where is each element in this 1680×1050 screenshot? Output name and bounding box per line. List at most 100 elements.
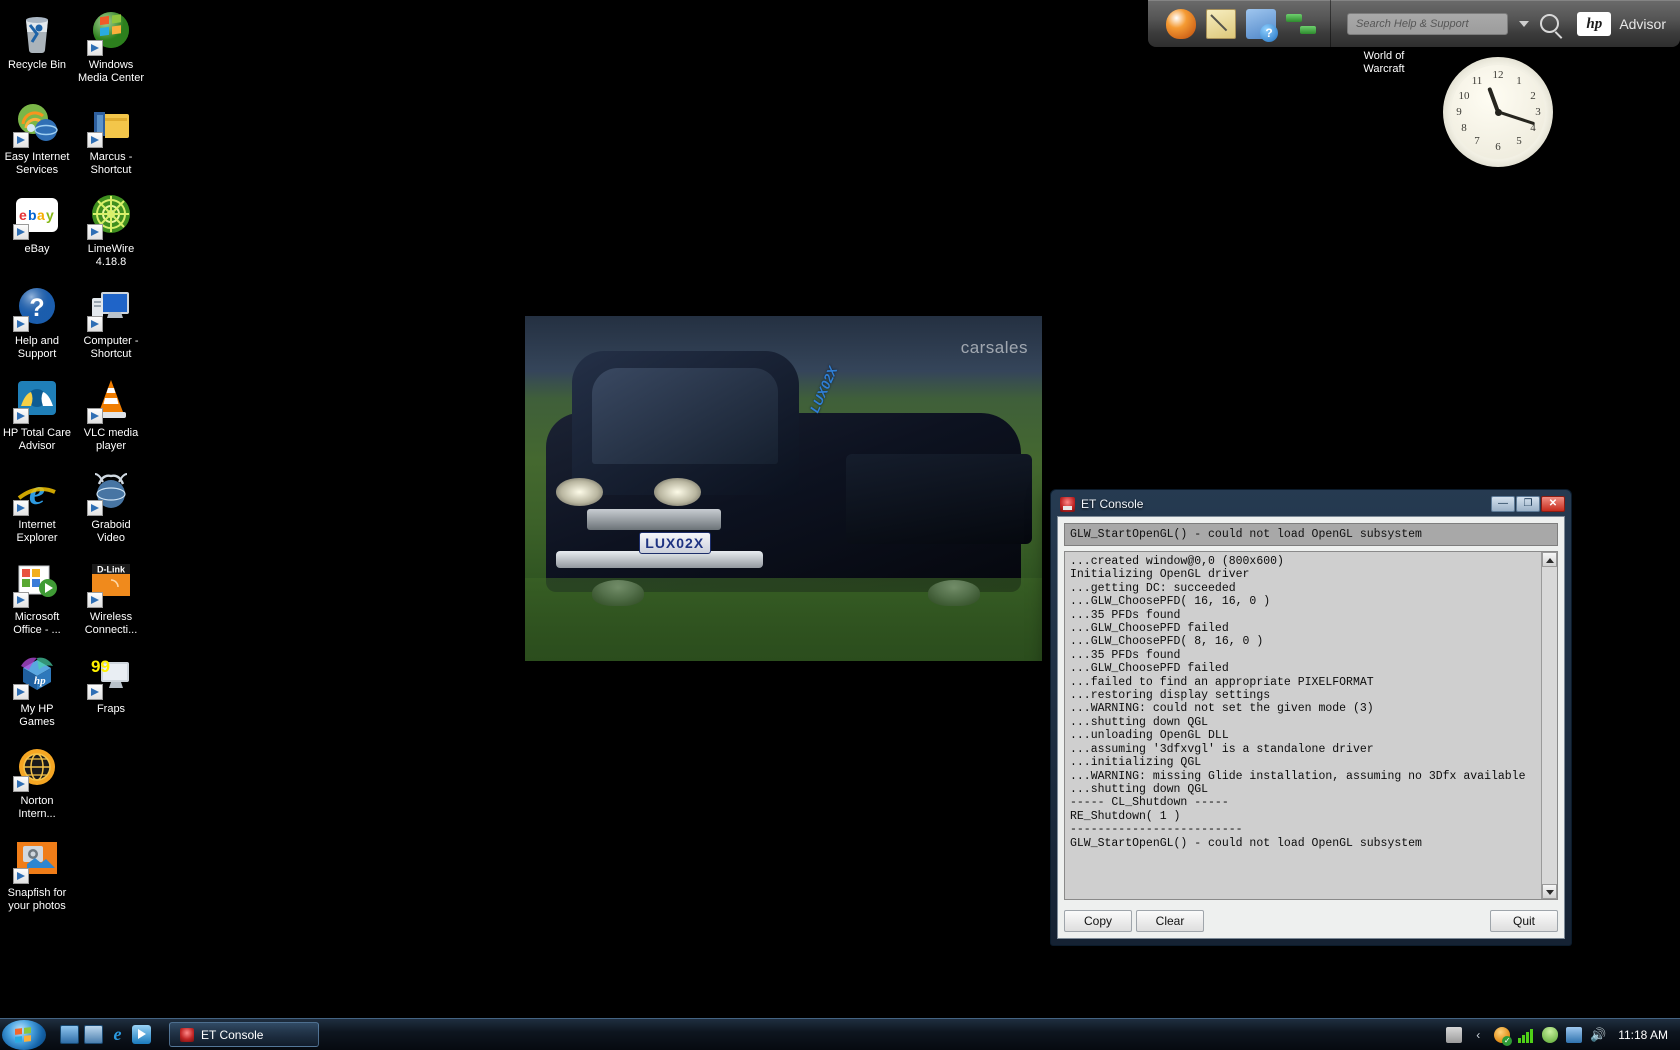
quit-button[interactable]: Quit [1490, 910, 1558, 932]
desktop-icon-recycle-bin[interactable]: Recycle Bin [0, 4, 74, 90]
desktop-icon-limewire[interactable]: LimeWire 4.18.8 [74, 188, 148, 274]
desktop-icon-my-hp-games[interactable]: hp My HP Games [0, 648, 74, 734]
help-book-icon[interactable] [1246, 8, 1278, 42]
shortcut-overlay-icon [87, 592, 103, 608]
svg-text:e: e [19, 207, 27, 223]
search-icon[interactable] [1540, 14, 1560, 33]
desktop[interactable]: Recycle Bin Windows Media Center Easy In… [0, 0, 1680, 1050]
desktop-icon-easy-internet-services[interactable]: Easy Internet Services [0, 96, 74, 182]
user-account-icon[interactable] [1542, 1026, 1559, 1043]
desktop-icon-wireless-connection[interactable]: D-Link Wireless Connecti... [74, 556, 148, 642]
volume-icon[interactable]: 🔊 [1590, 1027, 1606, 1043]
clock-gadget[interactable]: 12 1 2 3 4 5 6 7 8 9 10 11 [1443, 57, 1553, 167]
limewire-icon [87, 192, 135, 240]
shortcut-overlay-icon [87, 500, 103, 516]
desktop-icon-microsoft-office[interactable]: Microsoft Office - ... [0, 556, 74, 642]
desktop-icon-label: HP Total Care Advisor [2, 427, 72, 452]
clock-number: 9 [1456, 106, 1462, 118]
clock-number: 10 [1458, 90, 1470, 102]
desktop-icon-label: Internet Explorer [16, 519, 58, 544]
scroll-down-icon[interactable] [1542, 884, 1557, 899]
desktop-icon-empty-slot [74, 740, 148, 826]
shortcut-overlay-icon [13, 776, 29, 792]
desktop-icon-snapfish[interactable]: Snapfish for your photos [0, 832, 74, 918]
file-transfer-icon[interactable] [1286, 9, 1316, 39]
snapfish-icon [13, 836, 61, 884]
et-console-titlebar[interactable]: ET Console — ❐ ✕ [1055, 494, 1567, 514]
icon-row: Microsoft Office - ... D-Link Wireless C… [0, 556, 160, 648]
desktop-icon-marcus-shortcut[interactable]: Marcus - Shortcut [74, 96, 148, 182]
windows-media-player-icon[interactable] [132, 1025, 151, 1044]
maximize-button[interactable]: ❐ [1516, 496, 1540, 512]
svg-text:hp: hp [34, 675, 46, 687]
icon-row: HP Total Care Advisor VLC media player [0, 372, 160, 464]
clock-center-pin [1494, 108, 1502, 116]
minimize-icon: — [1498, 498, 1508, 509]
shortcut-overlay-icon [13, 868, 29, 884]
desktop-icon-norton-internet-security[interactable]: Norton Intern... [0, 740, 74, 826]
desktop-icon-vlc-media-player[interactable]: VLC media player [74, 372, 148, 458]
desktop-icon-graboid-video[interactable]: Graboid Video [74, 464, 148, 550]
vlc-cone-icon [87, 376, 135, 424]
hp-shield-icon[interactable] [1166, 8, 1196, 39]
wireless-signal-icon[interactable] [1518, 1027, 1534, 1043]
clock-number: 5 [1516, 135, 1522, 147]
desktop-icon-hp-total-care-advisor[interactable]: HP Total Care Advisor [0, 372, 74, 458]
desktop-icon-help-and-support[interactable]: ? Help and Support [0, 280, 74, 366]
internet-explorer-icon[interactable]: e [108, 1025, 127, 1044]
taskbar[interactable]: e ET Console ‹ 🔊 11:18 AM [0, 1018, 1680, 1050]
wallpaper-photo: LUX02X LUX02X carsales [525, 316, 1042, 661]
hp-advisor-brand[interactable]: hp Advisor [1569, 11, 1680, 36]
recycle-bin-icon [13, 8, 61, 56]
clock-number: 7 [1474, 135, 1480, 147]
clock-number: 1 [1516, 75, 1522, 87]
svg-text:a: a [37, 207, 45, 223]
hp-advisor-dock[interactable]: hp Advisor [1148, 0, 1680, 47]
switch-windows-icon[interactable] [84, 1025, 103, 1044]
close-button[interactable]: ✕ [1541, 496, 1565, 512]
clear-button[interactable]: Clear [1136, 910, 1204, 932]
show-hidden-icons-chevron[interactable]: ‹ [1470, 1027, 1486, 1043]
windscreen-decal-text: LUX02X [806, 363, 841, 415]
search-input[interactable] [1347, 12, 1509, 35]
svg-text:b: b [28, 207, 37, 223]
fraps-icon: 99 [87, 652, 135, 700]
clock-minute-hand [1497, 110, 1535, 126]
start-button[interactable] [2, 1019, 46, 1050]
scrollbar-track[interactable] [1542, 567, 1557, 884]
ebay-icon: e b a y [13, 192, 61, 240]
desktop-icon-internet-explorer[interactable]: e Internet Explorer [0, 464, 74, 550]
desktop-icon-windows-media-center[interactable]: Windows Media Center [74, 4, 148, 90]
windows-media-center-icon [87, 8, 135, 56]
shortcut-overlay-icon [13, 408, 29, 424]
shortcut-overlay-icon [87, 408, 103, 424]
et-console-window[interactable]: ET Console — ❐ ✕ GLW_StartOpenGL() - cou… [1050, 489, 1572, 946]
desktop-icon-label: Wireless Connecti... [84, 611, 138, 636]
desktop-icon-label: Windows Media Center [77, 59, 145, 84]
taskbar-item-et-console[interactable]: ET Console [169, 1022, 319, 1047]
copy-button[interactable]: Copy [1064, 910, 1132, 932]
easy-internet-services-icon [13, 100, 61, 148]
norton-icon[interactable] [1494, 1026, 1513, 1046]
desktop-icon-world-of-warcraft[interactable]: World of Warcraft [1344, 50, 1424, 75]
chevron-down-icon[interactable] [1519, 20, 1530, 27]
console-scrollbar[interactable] [1541, 552, 1557, 899]
desktop-icon-fraps[interactable]: 99 Fraps [74, 648, 148, 734]
clock-number: 11 [1471, 75, 1483, 87]
keyboard-icon[interactable] [1446, 1026, 1463, 1043]
network-icon[interactable] [1566, 1026, 1583, 1043]
dlink-wireless-icon: D-Link [87, 560, 135, 608]
tray-clock[interactable]: 11:18 AM [1614, 1028, 1668, 1042]
icon-row: Snapfish for your photos [0, 832, 160, 924]
minimize-button[interactable]: — [1491, 496, 1515, 512]
svg-text:?: ? [29, 294, 44, 322]
svg-text:D-Link: D-Link [97, 565, 126, 575]
desktop-icon-ebay[interactable]: e b a y eBay [0, 188, 74, 274]
truck-windscreen [592, 367, 779, 465]
internet-explorer-icon: e [13, 468, 61, 516]
shortcut-overlay-icon [13, 684, 29, 700]
scroll-up-icon[interactable] [1542, 552, 1557, 567]
notepad-icon[interactable] [1206, 8, 1236, 39]
show-desktop-icon[interactable] [60, 1025, 79, 1044]
desktop-icon-computer-shortcut[interactable]: Computer - Shortcut [74, 280, 148, 366]
